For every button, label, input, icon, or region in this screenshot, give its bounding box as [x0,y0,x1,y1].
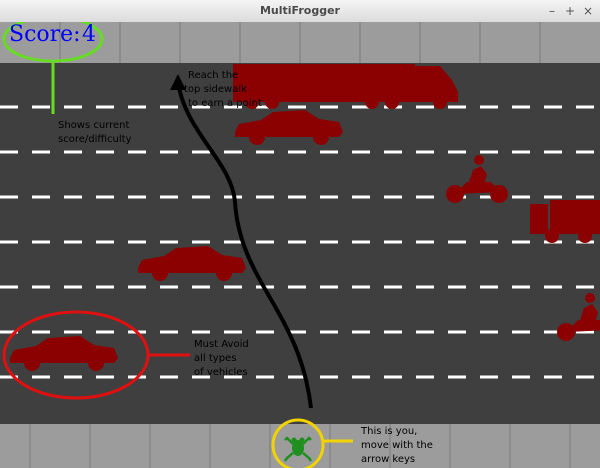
score-note-line: score/difficulty [58,134,132,145]
score-label: Score: [9,22,81,47]
minimize-button[interactable]: – [544,3,560,19]
close-button[interactable]: × [580,3,596,19]
game-canvas: Score: 4 Reach the top sidewalk to earn … [0,22,600,468]
avoid-note-line: of vehicles [194,367,248,378]
goal-note-line: top sidewalk [184,84,247,95]
avoid-note-line: all types [194,353,236,364]
window-titlebar: MultiFrogger – + × [0,0,600,23]
score-value: 4 [82,22,96,47]
player-note-line: This is you, [360,426,417,437]
goal-note-line: Reach the [188,70,238,81]
player-note-line: move with the [361,440,433,451]
goal-note-line: to earn a point [188,98,262,109]
score-note-line: Shows current [58,120,130,131]
maximize-button[interactable]: + [562,3,578,19]
avoid-note-line: Must Avoid [194,339,249,350]
player-note-line: arrow keys [361,454,415,465]
window-title: MultiFrogger [259,4,340,17]
